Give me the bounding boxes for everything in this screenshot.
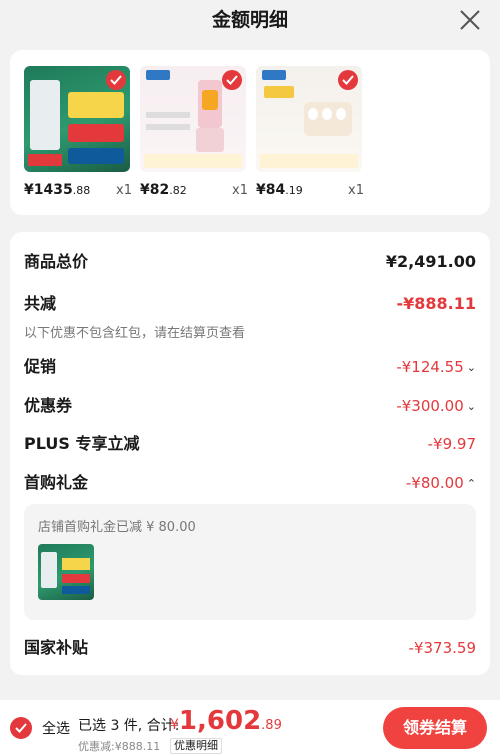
page-title: 金额明细 bbox=[211, 9, 288, 31]
gift-detail-text: 店铺首购礼金已减 ¥ 80.00 bbox=[38, 520, 196, 535]
promo-value: -¥124.55 ⌄ bbox=[396, 355, 476, 380]
product-image bbox=[140, 66, 246, 172]
checkout-bar: 全选 已选 3 件, 合计: ¥1,602.89 优惠减:¥888.11 优惠明… bbox=[0, 700, 500, 755]
product-image bbox=[24, 66, 130, 172]
discount-amount: 优惠减:¥888.11 bbox=[78, 740, 161, 753]
product-price: ¥1435.88 bbox=[24, 182, 91, 198]
selected-check-icon[interactable] bbox=[338, 70, 358, 90]
product-list-card: ¥1435.88 x1 ¥82.82 x1 ¥84.19 x1 bbox=[10, 50, 490, 215]
product-item[interactable]: ¥82.82 x1 bbox=[140, 66, 248, 198]
total-amount: ¥1,602.89 bbox=[170, 706, 282, 736]
selected-check-icon[interactable] bbox=[222, 70, 242, 90]
national-subsidy-value: -¥373.59 bbox=[408, 639, 476, 657]
product-item[interactable]: ¥1435.88 x1 bbox=[24, 66, 132, 198]
discount-detail-link[interactable]: 优惠明细 bbox=[170, 738, 222, 754]
product-item[interactable]: ¥84.19 x1 bbox=[256, 66, 364, 198]
close-icon[interactable] bbox=[458, 8, 482, 32]
selected-count: 已选 3 件, 合计: bbox=[78, 718, 180, 734]
national-subsidy-row: 国家补贴 -¥373.59 bbox=[24, 636, 476, 660]
first-purchase-gift-value: -¥80.00 ⌃ bbox=[406, 471, 476, 496]
gift-detail-box: 店铺首购礼金已减 ¥ 80.00 bbox=[24, 504, 476, 620]
total-price-row: 商品总价 ¥2,491.00 bbox=[24, 250, 476, 274]
reduction-note: 以下优惠不包含红包，请在结算页查看 bbox=[24, 326, 246, 341]
first-purchase-gift-label: 首购礼金 bbox=[24, 473, 89, 492]
select-all-check-icon[interactable] bbox=[10, 717, 32, 739]
header: 金额明细 bbox=[0, 0, 500, 40]
promo-label: 促销 bbox=[24, 357, 57, 376]
product-qty: x1 bbox=[232, 183, 248, 198]
plus-discount-row: PLUS 专享立减 -¥9.97 bbox=[24, 432, 476, 456]
product-price: ¥84.19 bbox=[256, 182, 303, 198]
total-reduction-label: 共减 bbox=[24, 294, 57, 313]
plus-discount-label: PLUS 专享立减 bbox=[24, 434, 140, 453]
selected-check-icon[interactable] bbox=[106, 70, 126, 90]
checkout-button[interactable]: 领券结算 bbox=[383, 707, 487, 749]
total-price-label: 商品总价 bbox=[24, 252, 89, 271]
chevron-up-icon[interactable]: ⌃ bbox=[467, 472, 476, 496]
product-qty: x1 bbox=[348, 183, 364, 198]
coupon-row[interactable]: 优惠券 -¥300.00 ⌄ bbox=[24, 394, 476, 418]
first-purchase-gift-row[interactable]: 首购礼金 -¥80.00 ⌃ bbox=[24, 471, 476, 495]
total-reduction-row: 共减 -¥888.11 bbox=[24, 292, 476, 316]
coupon-value: -¥300.00 ⌄ bbox=[396, 394, 476, 419]
plus-discount-value: -¥9.97 bbox=[427, 435, 476, 453]
gift-product-image bbox=[38, 544, 94, 600]
total-price-value: ¥2,491.00 bbox=[385, 252, 476, 271]
national-subsidy-label: 国家补贴 bbox=[24, 638, 89, 657]
chevron-down-icon[interactable]: ⌄ bbox=[467, 356, 476, 380]
product-price: ¥82.82 bbox=[140, 182, 187, 198]
select-all-label[interactable]: 全选 bbox=[42, 718, 70, 738]
coupon-label: 优惠券 bbox=[24, 396, 73, 415]
total-reduction-value: -¥888.11 bbox=[396, 294, 476, 313]
chevron-down-icon[interactable]: ⌄ bbox=[467, 395, 476, 419]
product-image bbox=[256, 66, 362, 172]
promo-row[interactable]: 促销 -¥124.55 ⌄ bbox=[24, 355, 476, 379]
product-qty: x1 bbox=[116, 183, 132, 198]
amount-detail-card: 商品总价 ¥2,491.00 共减 -¥888.11 以下优惠不包含红包，请在结… bbox=[10, 232, 490, 675]
